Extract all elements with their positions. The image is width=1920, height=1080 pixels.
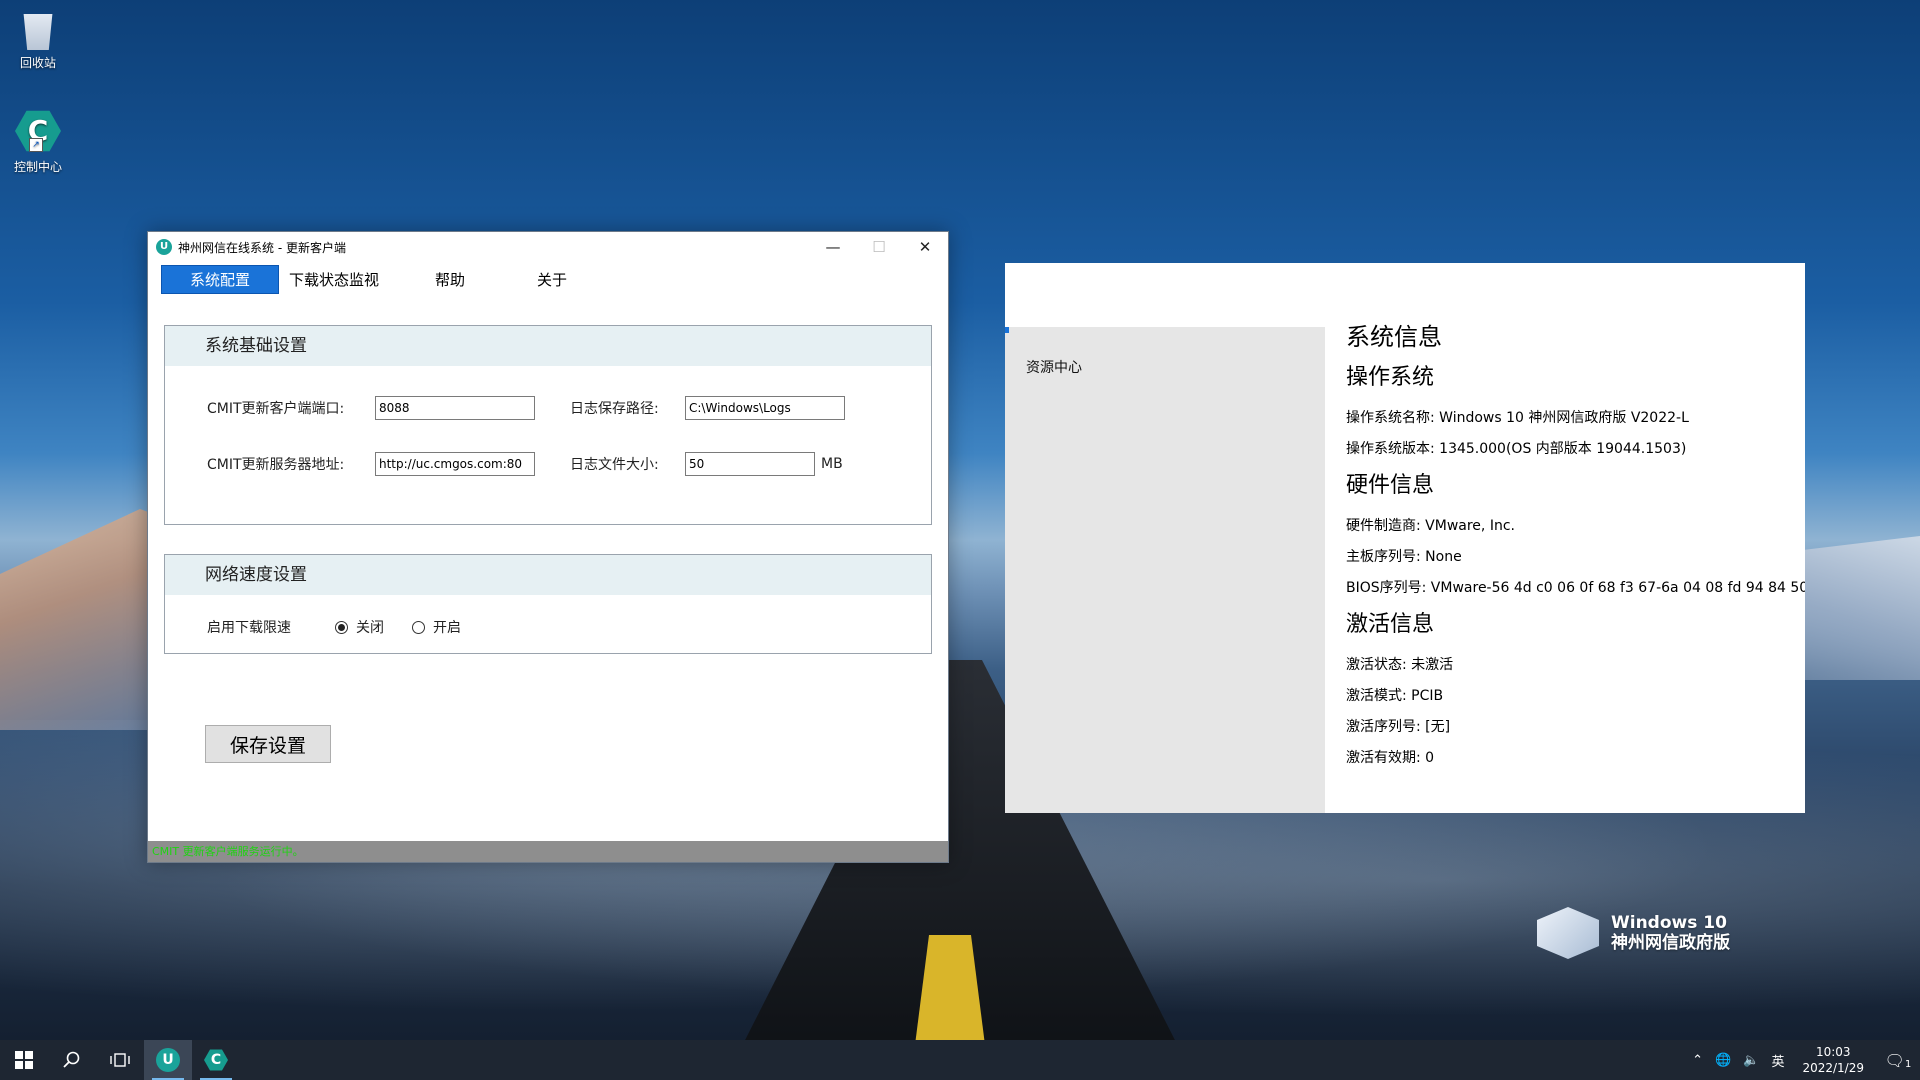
group-title: 网络速度设置 [165, 555, 931, 595]
notification-icon: 🗨 [1884, 1050, 1905, 1070]
clock-date: 2022/1/29 [1802, 1061, 1864, 1075]
radio-off[interactable]: 关闭 [335, 617, 384, 637]
close-button[interactable]: ✕ [902, 232, 948, 262]
activation-serial: 激活序列号: [无] [1346, 719, 1451, 735]
network-icon[interactable]: 🌐 [1715, 1053, 1731, 1068]
control-center-icon: C [204, 1049, 228, 1071]
tab-download-monitor[interactable]: 下载状态监视 [279, 266, 407, 293]
desktop-icon-control-center[interactable]: C ↗ 控制中心 [0, 108, 76, 175]
volume-icon[interactable]: 🔈 [1743, 1053, 1759, 1068]
radio-off-label: 关闭 [356, 620, 384, 636]
log-path-label: 日志保存路径: [570, 401, 659, 417]
port-label: CMIT更新客户端端口: [207, 401, 345, 417]
bios-serial: BIOS序列号: VMware-56 4d c0 06 0f 68 f3 67-… [1346, 580, 1805, 596]
update-client-window: U 神州网信在线系统 - 更新客户端 — ☐ ✕ 系统配置 下载状态监视 帮助 … [147, 231, 949, 863]
tab-help[interactable]: 帮助 [407, 266, 511, 293]
watermark-line1: Windows 10 [1611, 913, 1727, 933]
log-size-unit: MB [821, 456, 843, 472]
port-input[interactable]: 8088 [375, 396, 535, 420]
radio-dot [335, 620, 348, 634]
edition-watermark: Windows 10 神州网信政府版 [1537, 907, 1730, 959]
search-icon [63, 1051, 80, 1068]
log-size-row: 日志文件大小: 50 MB [570, 452, 843, 476]
desktop-icon-recycle-bin[interactable]: 回收站 [0, 8, 76, 71]
update-client-icon: U [156, 1048, 180, 1072]
shortcut-arrow-icon: ↗ [29, 138, 43, 152]
clock[interactable]: 10:03 2022/1/29 [1802, 1044, 1864, 1076]
system-info-panel: 资源中心 系统信息 操作系统 操作系统名称: Windows 10 神州网信政府… [1005, 263, 1805, 813]
task-view-button[interactable] [96, 1040, 144, 1080]
basic-settings-group: 系统基础设置 CMIT更新客户端端口: 8088 日志保存路径: C:\Wind… [164, 325, 932, 525]
download-limit-row: 启用下载限速 关闭 开启 [207, 617, 489, 637]
port-row: CMIT更新客户端端口: 8088 [207, 396, 535, 420]
system-tray: ⌃ 🌐 🔈 英 10:03 2022/1/29 🗨 1 [1686, 1040, 1920, 1080]
log-path-row: 日志保存路径: C:\Windows\Logs [570, 396, 845, 420]
group-title: 系统基础设置 [165, 326, 931, 366]
tab-system-config[interactable]: 系统配置 [161, 264, 280, 294]
save-button[interactable]: 保存设置 [205, 725, 331, 763]
watermark-line2: 神州网信政府版 [1611, 933, 1730, 953]
notification-count: 1 [1904, 1058, 1912, 1070]
side-item-resource-center[interactable]: 资源中心 [1026, 357, 1082, 377]
side-nav: 资源中心 [1005, 327, 1325, 813]
ime-indicator[interactable]: 英 [1771, 1051, 1784, 1070]
search-button[interactable] [48, 1040, 96, 1080]
recycle-bin-icon [23, 14, 53, 50]
status-bar: CMIT 更新客户端服务运行中。 [148, 841, 948, 862]
minimize-button[interactable]: — [810, 232, 856, 262]
os-version: 操作系统版本: 1345.000(OS 内部版本 19044.1503) [1346, 441, 1687, 457]
server-label: CMIT更新服务器地址: [207, 457, 345, 473]
title-bar[interactable]: U 神州网信在线系统 - 更新客户端 — ☐ ✕ [148, 232, 948, 262]
server-row: CMIT更新服务器地址: http://uc.cmgos.com:80 [207, 452, 535, 476]
section-os-title: 操作系统 [1346, 365, 1435, 390]
server-input[interactable]: http://uc.cmgos.com:80 [375, 452, 535, 476]
taskbar-app-update-client[interactable]: U [144, 1040, 192, 1080]
section-hw-title: 硬件信息 [1346, 473, 1435, 498]
clock-time: 10:03 [1815, 1045, 1851, 1059]
network-speed-group: 网络速度设置 启用下载限速 关闭 开启 [164, 554, 932, 654]
section-activation-title: 激活信息 [1346, 612, 1435, 637]
taskbar: U C ⌃ 🌐 🔈 英 10:03 2022/1/29 🗨 1 [0, 1040, 1920, 1080]
activation-validity: 激活有效期: 0 [1346, 750, 1435, 766]
menu-bar: 系统配置 下载状态监视 帮助 关于 [161, 264, 948, 294]
windows-logo-icon [15, 1051, 33, 1069]
page-title: 系统信息 [1346, 323, 1442, 351]
info-content: 系统信息 操作系统 操作系统名称: Windows 10 神州网信政府版 V20… [1346, 321, 1805, 774]
selection-marker [1005, 327, 1009, 333]
board-serial: 主板序列号: None [1346, 549, 1462, 565]
log-path-input[interactable]: C:\Windows\Logs [685, 396, 845, 420]
windows-edition-logo-icon [1537, 907, 1599, 959]
tab-about[interactable]: 关于 [511, 266, 595, 293]
chevron-up-icon[interactable]: ⌃ [1692, 1053, 1703, 1068]
window-title: 神州网信在线系统 - 更新客户端 [178, 240, 346, 255]
radio-on[interactable]: 开启 [412, 617, 461, 637]
taskbar-app-control-center[interactable]: C [192, 1040, 240, 1080]
hw-vendor: 硬件制造商: VMware, Inc. [1346, 518, 1515, 534]
download-limit-label: 启用下载限速 [207, 620, 291, 636]
activation-status: 激活状态: 未激活 [1346, 657, 1454, 673]
maximize-button: ☐ [872, 238, 886, 256]
radio-dot [412, 620, 425, 634]
app-icon: U [156, 239, 172, 255]
task-view-icon [110, 1053, 130, 1067]
desktop-icon-label: 回收站 [19, 56, 56, 70]
activation-mode: 激活模式: PCIB [1346, 688, 1444, 704]
notification-button[interactable]: 🗨 1 [1876, 1040, 1920, 1080]
os-name: 操作系统名称: Windows 10 神州网信政府版 V2022-L [1346, 410, 1689, 426]
log-size-label: 日志文件大小: [570, 457, 659, 473]
log-size-input[interactable]: 50 [685, 452, 815, 476]
start-button[interactable] [0, 1040, 48, 1080]
desktop-icon-label: 控制中心 [13, 160, 62, 174]
radio-on-label: 开启 [433, 620, 461, 636]
